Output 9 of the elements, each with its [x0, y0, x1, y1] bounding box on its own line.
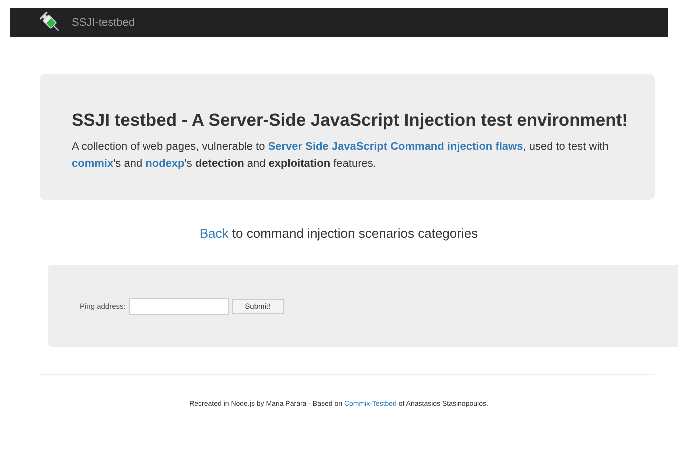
text-link[interactable]: Server Side JavaScript Command injection flaws — [268, 141, 524, 153]
back-link[interactable]: Back — [200, 226, 229, 241]
ping-address-field[interactable] — [128, 298, 229, 314]
description-paragraph: A collection of web pages, vulnerable to Server Side JavaScript Command injection flaws, used to test with commix's and nodexp's detection and exploitation features. — [72, 140, 610, 172]
back-sentence: Back to command injection scenarios categories — [198, 226, 480, 241]
text-link[interactable]: nodexp — [146, 158, 185, 170]
text-link[interactable]: commix — [72, 158, 114, 170]
brand-link[interactable]: SSJI-testbed — [72, 16, 135, 28]
syringe-icon — [40, 12, 62, 34]
